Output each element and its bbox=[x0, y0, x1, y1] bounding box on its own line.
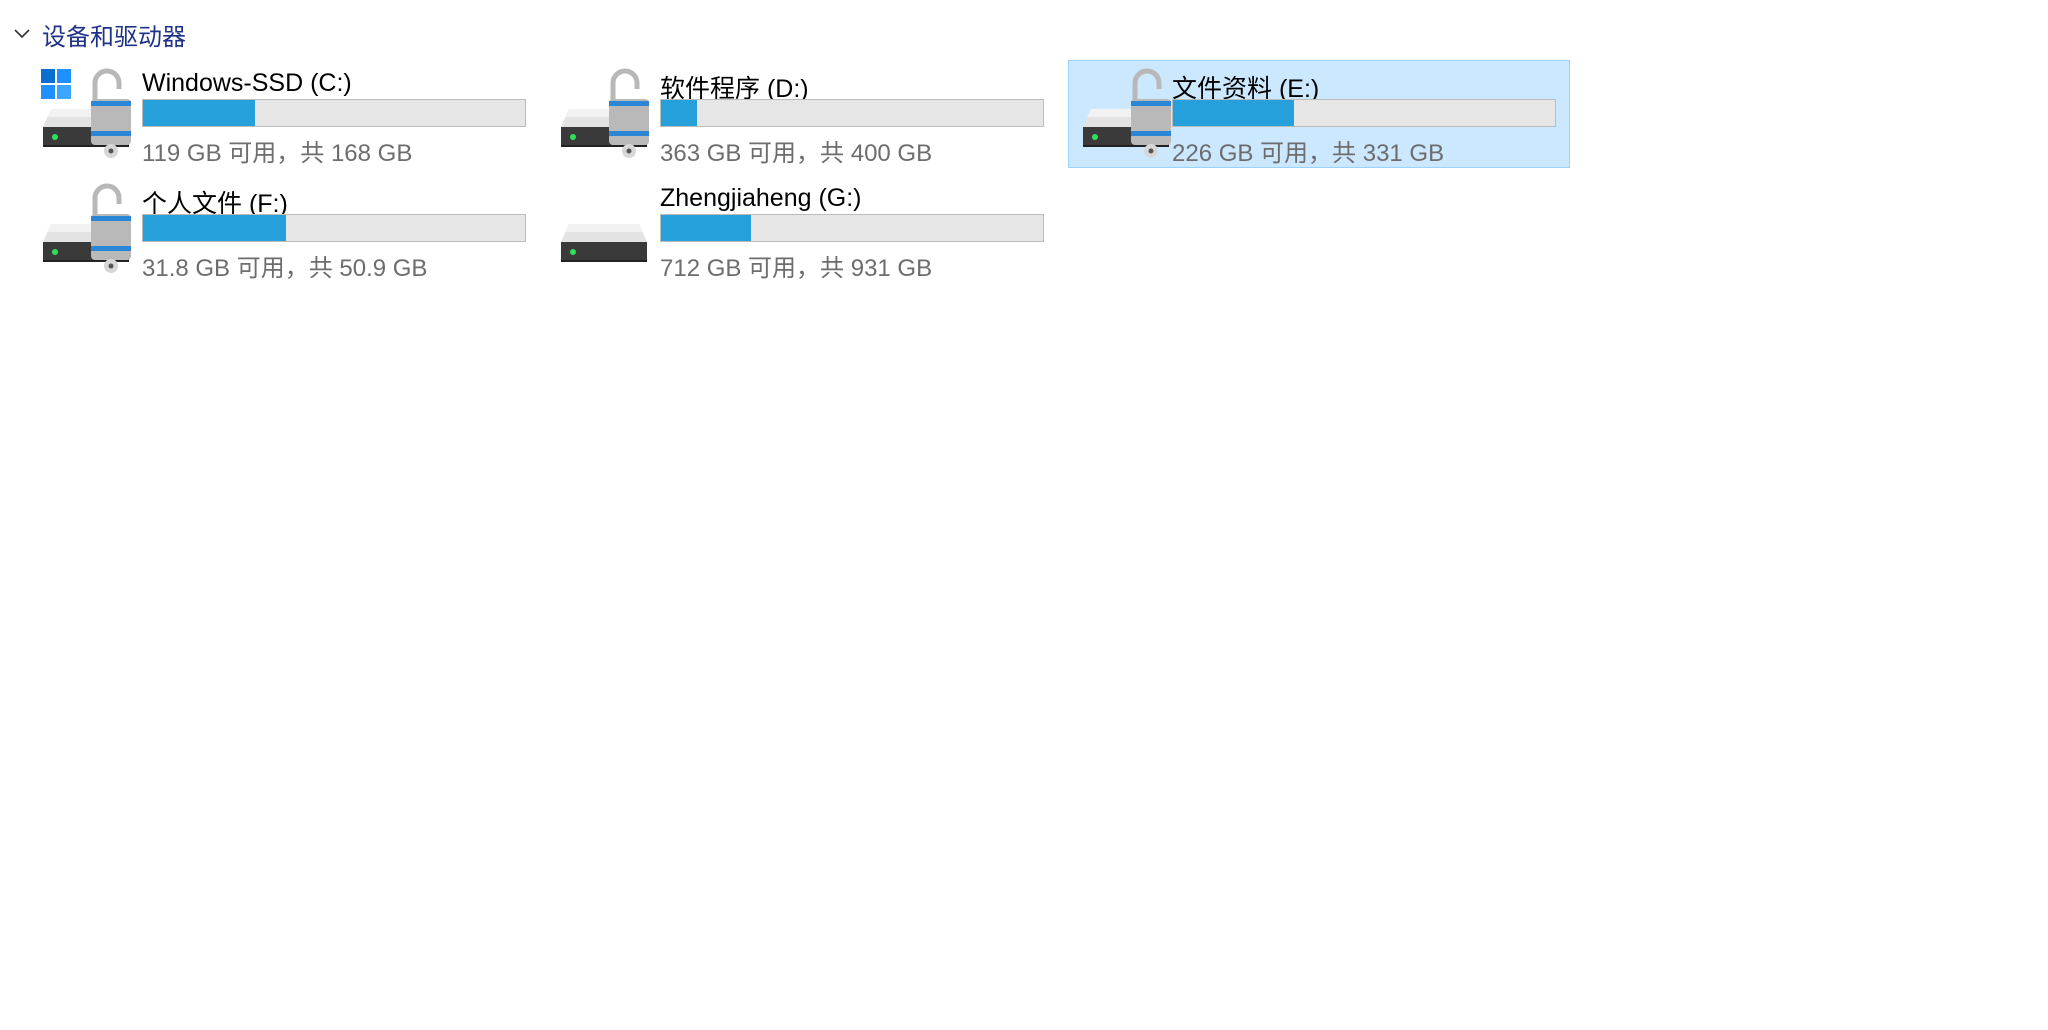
drive-usage-bar bbox=[660, 99, 1044, 127]
drive-usage-bar bbox=[142, 214, 526, 242]
drive-capacity-text: 712 GB 可用，共 931 GB bbox=[660, 255, 933, 282]
bitlocker-unlocked-icon bbox=[91, 68, 131, 158]
windows-logo-icon bbox=[41, 69, 71, 99]
drive-usage-fill bbox=[1173, 100, 1295, 126]
drive-capacity-text: 226 GB 可用，共 331 GB bbox=[1172, 140, 1445, 167]
drive-capacity-text: 119 GB 可用，共 168 GB bbox=[142, 140, 413, 167]
drive-name: Windows-SSD (C:) bbox=[142, 69, 352, 97]
chevron-down-icon[interactable] bbox=[12, 24, 32, 44]
drive-usage-bar bbox=[142, 99, 526, 127]
bitlocker-unlocked-icon bbox=[1131, 68, 1171, 158]
drive-usage-fill bbox=[661, 100, 697, 126]
drive-usage-bar bbox=[1172, 99, 1556, 127]
drive-usage-fill bbox=[661, 215, 751, 241]
bitlocker-unlocked-icon bbox=[91, 183, 131, 273]
drive-icon bbox=[561, 68, 649, 158]
drive-icon bbox=[43, 183, 131, 273]
drive-item-c[interactable]: Windows-SSD (C:) 119 GB 可用，共 168 GB bbox=[38, 60, 540, 168]
bitlocker-unlocked-icon bbox=[609, 68, 649, 158]
drive-name: Zhengjiaheng (G:) bbox=[660, 184, 862, 212]
devices-and-drives-group-header[interactable]: 设备和驱动器 bbox=[12, 14, 186, 54]
drive-icon bbox=[561, 224, 647, 262]
drive-capacity-text: 363 GB 可用，共 400 GB bbox=[660, 140, 933, 167]
drive-icon bbox=[1083, 68, 1171, 158]
drive-capacity-text: 31.8 GB 可用，共 50.9 GB bbox=[142, 255, 428, 282]
drive-item-f[interactable]: 个人文件 (F:) 31.8 GB 可用，共 50.9 GB bbox=[38, 175, 540, 283]
windows-drive-icon bbox=[41, 68, 131, 158]
drive-usage-fill bbox=[143, 100, 255, 126]
group-title: 设备和驱动器 bbox=[42, 23, 186, 51]
file-explorer-this-pc: 设备和驱动器 Windows-SSD (C:) 119 GB 可用，共 168 … bbox=[0, 0, 2048, 1030]
hard-drive-icon bbox=[561, 224, 647, 262]
drive-item-d[interactable]: 软件程序 (D:) 363 GB 可用，共 400 GB bbox=[556, 60, 1058, 168]
drive-usage-fill bbox=[143, 215, 287, 241]
drive-usage-bar bbox=[660, 214, 1044, 242]
drive-item-e[interactable]: 文件资料 (E:) 226 GB 可用，共 331 GB bbox=[1068, 60, 1570, 168]
drive-item-g[interactable]: Zhengjiaheng (G:) 712 GB 可用，共 931 GB bbox=[556, 175, 1058, 283]
